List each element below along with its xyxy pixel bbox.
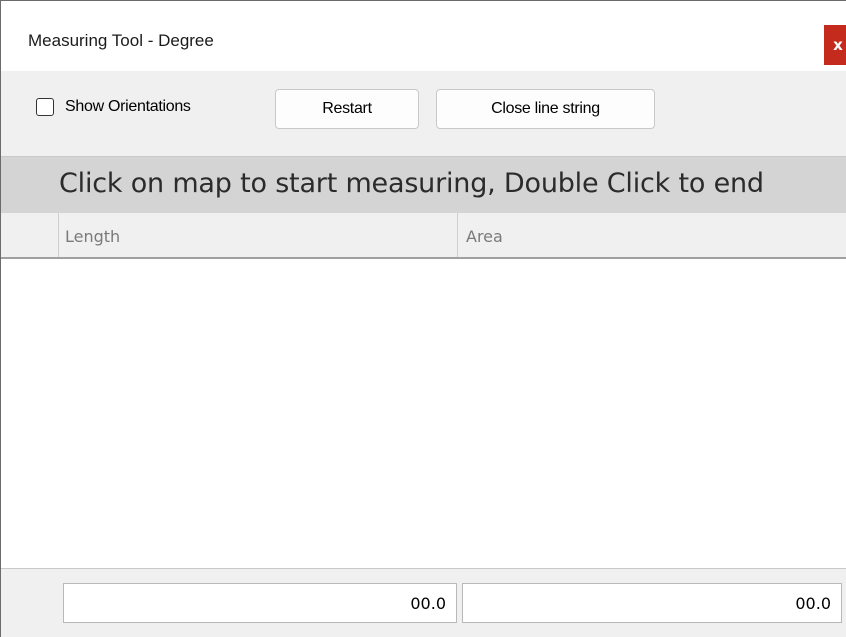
column-header-length[interactable]: Length [65,227,120,246]
toolbar: Show Orientations Restart Close line str… [1,71,846,157]
total-area-field[interactable]: 00.0 [462,583,842,623]
measurements-table-body[interactable] [1,259,846,568]
window-title: Measuring Tool - Degree [28,31,214,50]
totals-footer: 00.0 00.0 [1,569,846,637]
title-bar[interactable]: Measuring Tool - Degree x [1,1,846,71]
instruction-text: Click on map to start measuring, Double … [59,168,764,199]
measurements-table-header: Length Area [1,213,846,259]
show-orientations-label[interactable]: Show Orientations [65,98,191,116]
show-orientations-toggle[interactable]: Show Orientations [36,98,191,116]
total-length-field[interactable]: 00.0 [63,583,457,623]
column-separator[interactable] [457,213,458,257]
restart-button[interactable]: Restart [275,89,419,129]
column-header-area[interactable]: Area [466,227,503,246]
instruction-banner: Click on map to start measuring, Double … [1,157,846,213]
measuring-tool-window: Measuring Tool - Degree x Show Orientati… [0,0,846,637]
close-icon: x [833,36,843,54]
row-header-separator[interactable] [58,213,59,257]
show-orientations-checkbox[interactable] [36,98,54,116]
close-button[interactable]: x [824,25,846,65]
close-line-string-button[interactable]: Close line string [436,89,655,129]
